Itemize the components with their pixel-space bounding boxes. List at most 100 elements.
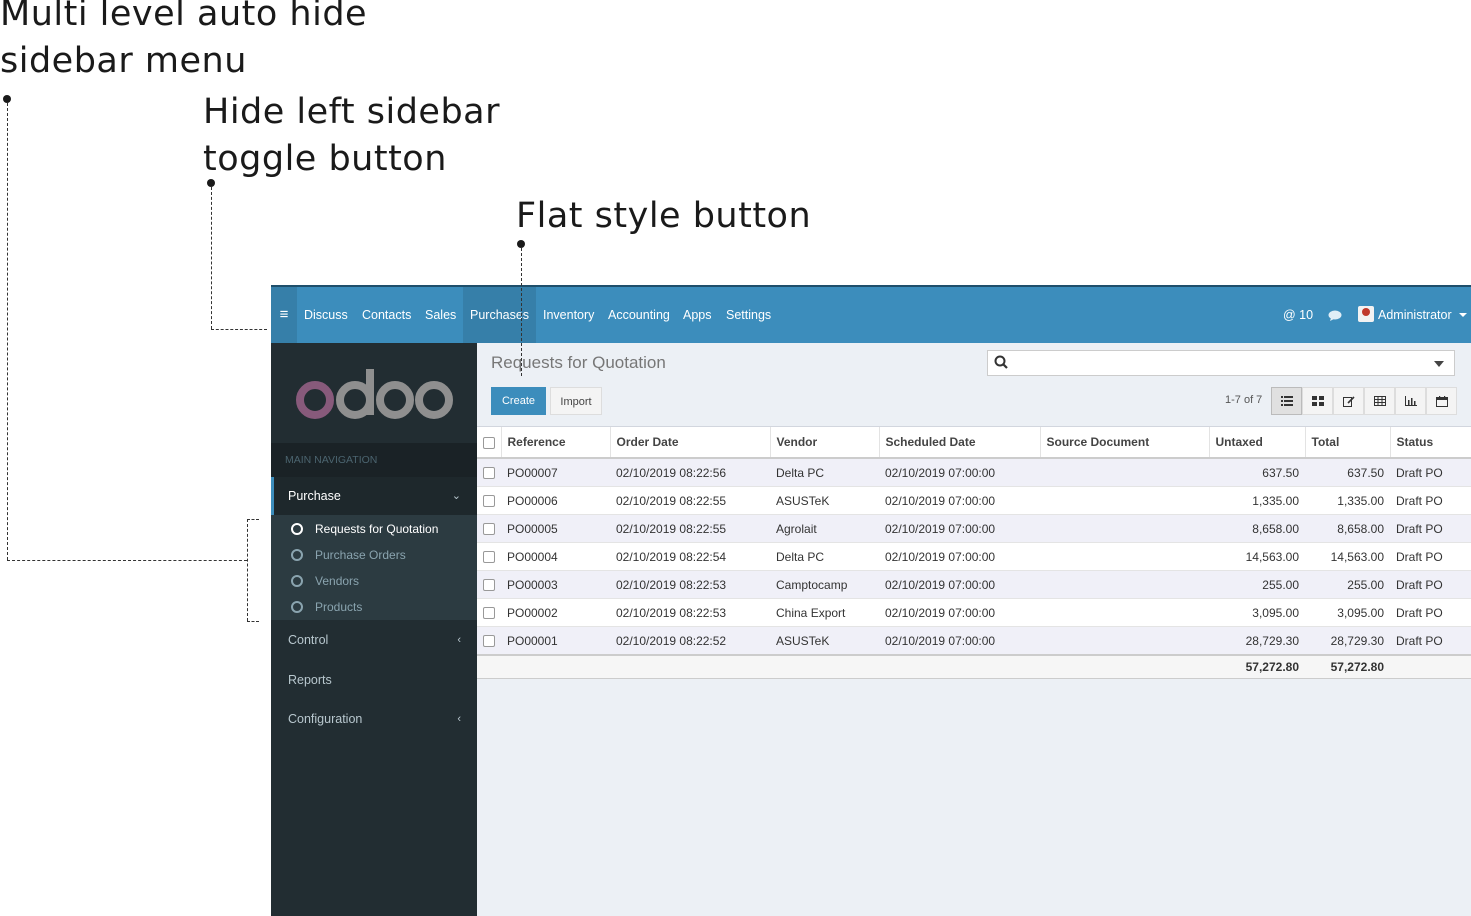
menu-inventory[interactable]: Inventory (543, 287, 594, 343)
sidebar-item-control[interactable]: Control ‹ (271, 621, 477, 659)
sidebar-toggle-button[interactable]: ≡ (271, 287, 297, 343)
cell: 1,335.00 (1305, 486, 1390, 515)
column-header[interactable]: Total (1305, 427, 1391, 459)
column-header[interactable]: Reference (501, 427, 611, 459)
logo-area (271, 343, 477, 443)
total-total: 57,272.80 (1305, 654, 1390, 679)
row-checkbox[interactable] (477, 514, 501, 543)
search-options-caret-icon[interactable] (1434, 361, 1444, 367)
cell (1040, 598, 1209, 627)
cell: PO00005 (501, 514, 610, 543)
cell: Draft PO (1390, 598, 1471, 627)
column-header[interactable]: Order Date (610, 427, 771, 459)
kanban-view-button[interactable] (1302, 387, 1333, 415)
user-menu[interactable]: Administrator (1358, 287, 1468, 343)
graph-view-button[interactable] (1395, 387, 1426, 415)
table-row[interactable]: PO00006 02/10/2019 08:22:55 ASUSTeK 02/1… (477, 486, 1471, 515)
annotation-dot-sidebar (3, 95, 11, 103)
menu-settings[interactable]: Settings (726, 287, 771, 343)
odoo-logo (296, 369, 453, 419)
cell: Draft PO (1390, 486, 1471, 515)
row-checkbox[interactable] (477, 570, 501, 599)
submenu-purchase-orders[interactable]: Purchase Orders (271, 542, 477, 568)
app-window: ≡ Discuss Contacts Sales Purchases Inven… (271, 285, 1471, 916)
table-row[interactable]: PO00003 02/10/2019 08:22:53 Camptocamp 0… (477, 570, 1471, 599)
cell: 02/10/2019 08:22:53 (610, 570, 770, 599)
cell: 8,658.00 (1209, 514, 1305, 543)
submenu-requests-for-quotation[interactable]: Requests for Quotation (271, 516, 477, 542)
cell: PO00002 (501, 598, 610, 627)
row-checkbox[interactable] (477, 458, 501, 487)
submenu-label: Purchase Orders (315, 548, 406, 562)
calendar-view-button[interactable] (1426, 387, 1457, 415)
table-row[interactable]: PO00002 02/10/2019 08:22:53 China Export… (477, 598, 1471, 627)
edit-icon (1343, 396, 1355, 407)
cell: 28,729.30 (1305, 626, 1390, 656)
column-header[interactable]: Source Document (1040, 427, 1210, 459)
cell: Delta PC (770, 542, 879, 571)
table-header-row: Reference Order Date Vendor Scheduled Da… (477, 427, 1471, 459)
list-view-button[interactable] (1271, 387, 1302, 415)
cell: 637.50 (1209, 458, 1305, 487)
menu-discuss[interactable]: Discuss (304, 287, 348, 343)
annotation-bracket-bottom (247, 621, 259, 622)
cell: PO00004 (501, 542, 610, 571)
totals-spacer (770, 654, 879, 679)
cell (1040, 458, 1209, 487)
totals-spacer (501, 654, 610, 679)
column-header[interactable]: Untaxed (1209, 427, 1306, 459)
menu-accounting[interactable]: Accounting (608, 287, 670, 343)
submenu-vendors[interactable]: Vendors (271, 568, 477, 594)
row-checkbox[interactable] (477, 626, 501, 656)
sidebar-item-configuration[interactable]: Configuration ‹ (271, 700, 477, 738)
mentions-indicator[interactable]: @ 10 (1283, 287, 1313, 343)
create-button[interactable]: Create (491, 387, 546, 415)
pivot-view-button[interactable] (1364, 387, 1395, 415)
cell: Draft PO (1390, 542, 1471, 571)
caret-down-icon (1459, 313, 1468, 317)
annotation-toggle-button: Hide left sidebar toggle button (203, 92, 500, 179)
cell (1040, 514, 1209, 543)
form-view-button[interactable] (1333, 387, 1364, 415)
menu-apps[interactable]: Apps (683, 287, 712, 343)
sidebar-item-purchase[interactable]: Purchase ⌄ (271, 477, 477, 515)
table-row[interactable]: PO00004 02/10/2019 08:22:54 Delta PC 02/… (477, 542, 1471, 571)
column-header[interactable]: Vendor (770, 427, 880, 459)
column-header[interactable]: Scheduled Date (879, 427, 1041, 459)
pager-value[interactable]: 1-7 of 7 (1225, 394, 1262, 406)
main-content: Requests for Quotation Create Import 1-7… (477, 343, 1471, 916)
import-button[interactable]: Import (550, 387, 602, 415)
sidebar-item-reports[interactable]: Reports (271, 661, 477, 699)
cell: Draft PO (1390, 458, 1471, 487)
annotation-line-toggle-h (211, 329, 267, 330)
table-row[interactable]: PO00001 02/10/2019 08:22:52 ASUSTeK 02/1… (477, 626, 1471, 656)
annotation-line-flat-v (521, 248, 522, 376)
annotation-bracket-top (247, 519, 259, 520)
cell: 02/10/2019 07:00:00 (879, 486, 1040, 515)
submenu-label: Products (315, 600, 363, 614)
menu-purchases[interactable]: Purchases (463, 287, 536, 343)
row-checkbox[interactable] (477, 598, 501, 627)
avatar (1358, 306, 1374, 322)
table-row[interactable]: PO00007 02/10/2019 08:22:56 Delta PC 02/… (477, 458, 1471, 487)
cell: Draft PO (1390, 626, 1471, 656)
cell: PO00006 (501, 486, 610, 515)
total-untaxed: 57,272.80 (1209, 654, 1305, 679)
nav-header: MAIN NAVIGATION (271, 443, 477, 477)
bar-chart-icon (1405, 396, 1417, 406)
chat-icon[interactable] (1328, 287, 1344, 343)
cell: Draft PO (1390, 514, 1471, 543)
annotation-line-sidebar-h (7, 560, 247, 561)
submenu-products[interactable]: Products (271, 594, 477, 620)
table-row[interactable]: PO00005 02/10/2019 08:22:55 Agrolait 02/… (477, 514, 1471, 543)
cell: 02/10/2019 08:22:53 (610, 598, 770, 627)
row-checkbox[interactable] (477, 486, 501, 515)
row-checkbox[interactable] (477, 542, 501, 571)
search-input[interactable] (987, 350, 1455, 376)
submenu-label: Requests for Quotation (315, 522, 439, 536)
submenu-label: Vendors (315, 574, 360, 588)
column-header[interactable]: Status (1390, 427, 1471, 459)
select-all-checkbox[interactable] (477, 427, 502, 459)
menu-sales[interactable]: Sales (425, 287, 456, 343)
menu-contacts[interactable]: Contacts (362, 287, 411, 343)
